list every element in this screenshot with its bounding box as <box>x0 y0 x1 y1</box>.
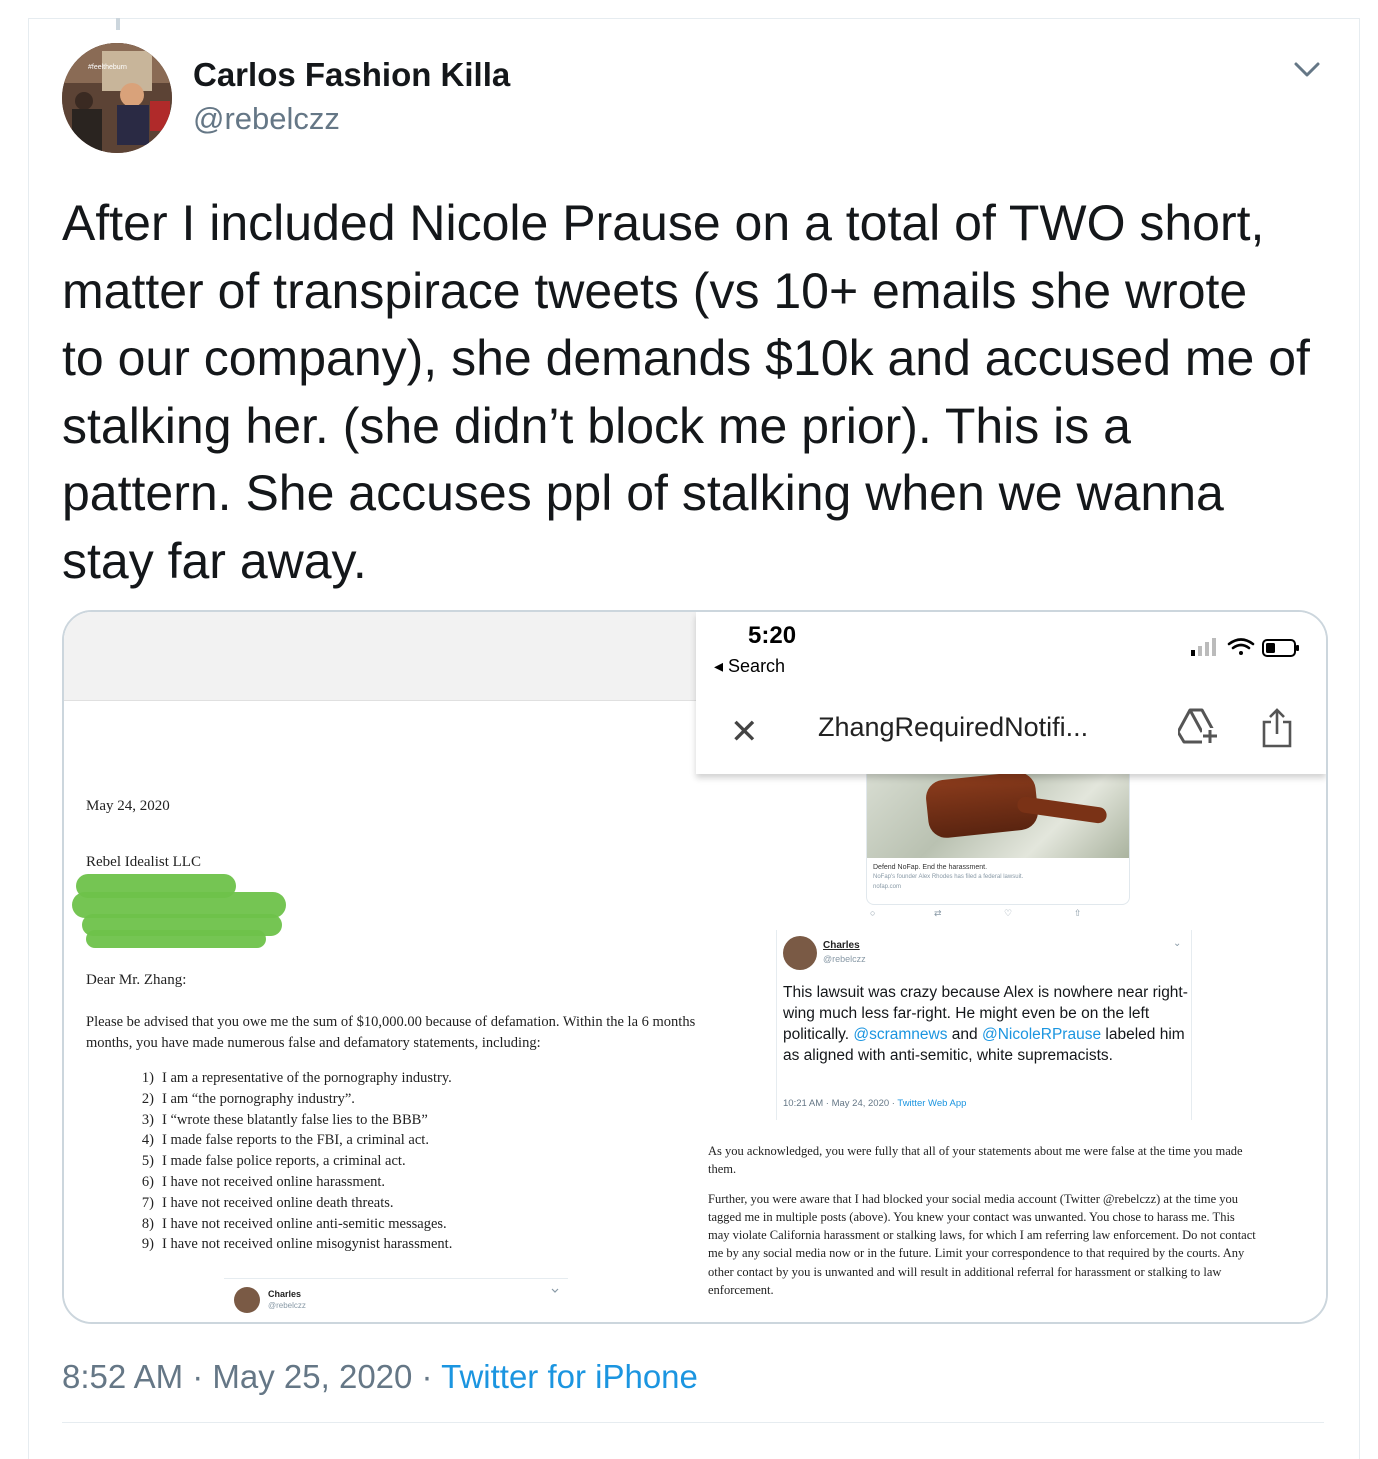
avatar <box>783 936 817 970</box>
tweet-source-link[interactable]: Twitter for iPhone <box>441 1358 698 1395</box>
letter-continuation: As you acknowledged, you were fully that… <box>708 1142 1256 1310</box>
author-handle[interactable]: @rebelczz <box>193 101 340 137</box>
phone-screenshot: 5:20 ◂ Search ✕ ZhangRequiredNotifi... D… <box>696 612 1326 1322</box>
share-icon <box>1262 708 1292 748</box>
avatar[interactable]: #feeltheburn <box>62 43 172 153</box>
letter-date: May 24, 2020 <box>86 798 170 814</box>
wifi-icon <box>1227 638 1255 655</box>
author-name[interactable]: Carlos Fashion Killa <box>193 56 510 94</box>
back-to-search: ◂ Search <box>714 656 786 676</box>
gavel-image <box>867 772 1129 858</box>
tweet-actions: ○ ⇄ ♡ ⇧ <box>866 908 1128 922</box>
status-icons <box>1191 638 1299 657</box>
share-icon: ⇧ <box>1074 908 1082 918</box>
status-time: 5:20 <box>748 622 797 649</box>
embedded-tweet-card: Charles @rebelczz <box>224 1278 568 1322</box>
retweet-icon: ⇄ <box>934 908 942 918</box>
letter-list-item: 5) I made false police reports, a crimina… <box>141 1153 406 1170</box>
letter-list-item: 6) I have not received online harassment. <box>141 1173 386 1190</box>
signal-icon <box>1191 638 1216 656</box>
letter-list: 1) I am a representative of the pornograp… <box>132 1068 452 1255</box>
embedded-author-handle: @rebelczz <box>823 954 866 964</box>
chevron-down-icon: ⌄ <box>1173 938 1182 949</box>
file-title: ZhangRequiredNotifi... <box>818 712 1089 742</box>
thread-line <box>116 18 120 30</box>
letter-header-bar <box>64 612 696 701</box>
chevron-down-icon[interactable] <box>1290 55 1324 85</box>
divider <box>62 1422 1324 1423</box>
embedded-tweet-text: This lawsuit was crazy because Alex is n… <box>783 984 1188 1064</box>
phone-top-bar: 5:20 ◂ Search ✕ ZhangRequiredNotifi... <box>696 612 1326 774</box>
svg-text:#feeltheburn: #feeltheburn <box>88 64 127 71</box>
link-preview-card: Defend NoFap. End the harassment. NoFap'… <box>866 772 1130 905</box>
embedded-author-name: Charles <box>268 1289 302 1299</box>
mention-link: @scramnews <box>853 1026 948 1043</box>
tweet-timestamp: 8:52 AM · May 25, 2020 · Twitter for iPh… <box>62 1358 698 1395</box>
letter-paragraph: Please be advised that you owe me the su… <box>86 1014 696 1051</box>
redaction-mark <box>72 870 292 950</box>
letter-paragraph: Further, you were aware that I had block… <box>708 1191 1256 1298</box>
letter-paragraph: As you acknowledged, you were fully that… <box>708 1144 1243 1177</box>
letter-greeting: Dear Mr. Zhang: <box>86 972 187 988</box>
link-preview-title: Defend NoFap. End the harassment. <box>873 864 988 871</box>
link-preview-description: NoFap's founder Alex Rhodes has filed a … <box>873 874 1024 880</box>
tweet-time[interactable]: 8:52 AM <box>62 1358 183 1395</box>
mention-link: @NicoleRPrause <box>981 1026 1102 1043</box>
letter-list-item: 3) I “wrote these blatantly false lies to… <box>141 1111 428 1128</box>
embedded-tweet-meta: 10:21 AM · May 24, 2020 · Twitter Web Ap… <box>783 1098 967 1109</box>
tweet-text: After I included Nicole Prause on a tota… <box>62 195 1310 589</box>
tweet-date[interactable]: May 25, 2020 <box>212 1358 412 1395</box>
like-icon: ♡ <box>1004 908 1013 918</box>
embedded-author-handle: @rebelczz <box>268 1301 306 1310</box>
letter-list-item: 7) I have not received online death threa… <box>141 1194 394 1211</box>
tweet-media[interactable]: May 24, 2020 Rebel Idealist LLC Dear Mr.… <box>62 610 1328 1324</box>
close-icon: ✕ <box>730 713 759 751</box>
letter-list-item: 1) I am a representative of the pornograp… <box>141 1070 452 1086</box>
battery-icon <box>1262 639 1299 657</box>
letter-company: Rebel Idealist LLC <box>86 854 201 870</box>
embedded-author-name: Charles <box>823 940 860 951</box>
reply-icon: ○ <box>870 908 876 918</box>
avatar <box>234 1287 260 1313</box>
letter-list-item: 8) I have not received online anti-semiti… <box>141 1215 447 1232</box>
add-to-drive-icon <box>1178 708 1218 744</box>
chevron-down-icon <box>551 1288 559 1293</box>
letter-image: May 24, 2020 Rebel Idealist LLC Dear Mr.… <box>64 612 696 1322</box>
letter-list-item: 4) I made false reports to the FBI, a cri… <box>141 1132 429 1149</box>
link-preview-url: nofap.com <box>873 884 902 890</box>
letter-list-item: 2) I am “the pornography industry”. <box>141 1090 355 1107</box>
letter-list-item: 9) I have not received online misogynist … <box>141 1236 453 1253</box>
embedded-tweet: Charles @rebelczz ⌄ This lawsuit was cra… <box>776 930 1192 1120</box>
avatar-photo: #feeltheburn <box>62 43 172 153</box>
